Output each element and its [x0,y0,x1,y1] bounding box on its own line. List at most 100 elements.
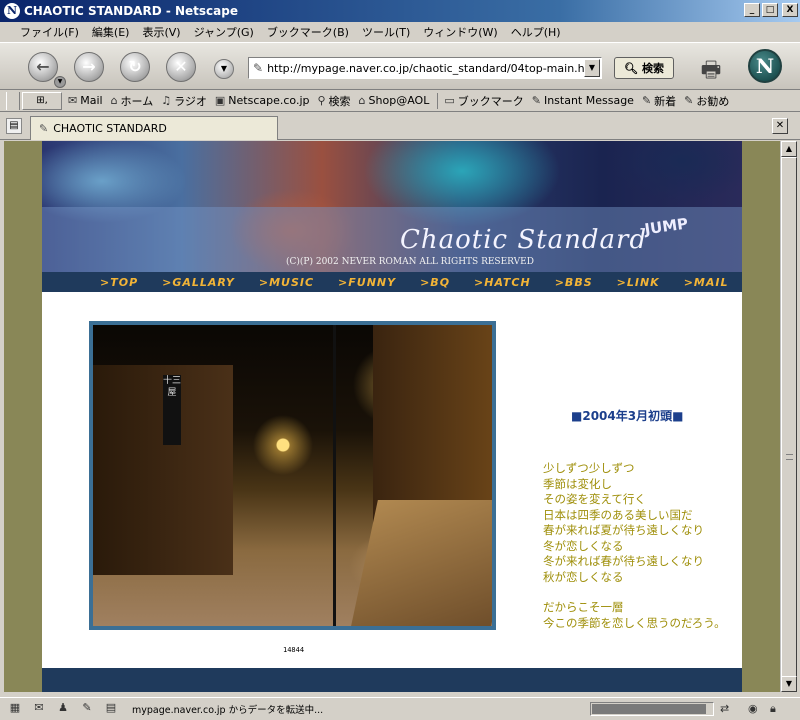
menu-view[interactable]: 表示(V) [142,24,180,40]
composer-icon[interactable]: ✎ [78,701,96,717]
stop-icon: ✕ [174,57,188,76]
back-button[interactable]: ← [28,52,58,82]
page-icon: ✎ [39,122,49,135]
online-status-icon[interactable]: ⇄ [720,702,729,715]
pt-item-home[interactable]: ⌂ ホーム [111,93,154,109]
netscape-logo-throbber[interactable]: N [748,49,782,83]
printer-icon: 🖶 [700,58,722,83]
menu-edit[interactable]: 編集(E) [92,24,130,40]
tab-list-icon[interactable]: ▤ [6,118,22,134]
menu-tools[interactable]: ツール(T) [362,24,410,40]
menu-file[interactable]: ファイル(F) [20,24,79,40]
chevron-down-icon: ▼ [220,64,228,73]
pt-item-search[interactable]: ⚲ 検索 [317,93,350,109]
security-icon[interactable]: ◉ [748,702,758,715]
window-title: CHAOTIC STANDARD - Netscape [24,4,238,18]
scroll-thumb[interactable] [781,157,797,677]
pt-item-label: Shop@AOL [368,94,430,107]
nav-link-music[interactable]: >MUSIC [259,276,314,289]
maximize-button[interactable]: □ [762,3,778,17]
close-icon: ✕ [775,120,785,131]
poem-line: 冬が恋しくなる [543,538,624,553]
url-bar[interactable]: ✎ http://mypage.naver.co.jp/chaotic_stan… [248,57,602,79]
personal-toolbar: ⊞, ✉ Mail ⌂ ホーム ♫ ラジオ ▣ Netscape.co.jp ⚲ 検索 ⌂… [0,90,800,112]
poem-line: 秋が恋しくなる [543,569,624,584]
poem-line: 季節は変化し [543,476,612,491]
aim-icon[interactable]: ♟ [54,701,72,717]
lock-icon[interactable]: 🔒︎ [770,702,776,716]
pt-item-mail[interactable]: ✉ Mail [68,94,103,107]
nav-link-link[interactable]: >LINK [617,276,660,289]
nav-link-funny[interactable]: >FUNNY [338,276,396,289]
minimize-button[interactable]: _ [744,3,760,17]
pt-item-shop[interactable]: ⌂ Shop@AOL [359,94,430,107]
new-icon: ✎ [641,94,652,107]
toolbar-grip[interactable] [6,91,20,110]
pt-item-instant-message[interactable]: ✎ Instant Message [532,94,634,107]
forward-button[interactable]: → [74,52,104,82]
magnifier-icon: 🔍︎ [624,61,638,75]
tab-chaotic-standard[interactable]: ✎ CHAOTIC STANDARD [30,116,278,140]
address-book-icon[interactable]: ▤ [102,701,120,717]
back-history-dropdown[interactable]: ▼ [54,76,66,88]
location-history-button[interactable]: ▼ [214,59,234,79]
nav-link-hatch[interactable]: >HATCH [474,276,531,289]
search-button[interactable]: 🔍︎ 検索 [614,57,674,79]
page-proxy-icon[interactable]: ✎ [253,61,263,75]
pt-item-label: Netscape.co.jp [228,94,310,107]
my-netscape-icon: ▣ [214,94,226,107]
scroll-down-button[interactable]: ▼ [781,676,797,692]
nav-link-mail[interactable]: >MAIL [684,276,729,289]
search-icon: ⚲ [317,94,326,107]
stop-button[interactable]: ✕ [166,52,196,82]
url-dropdown-button[interactable]: ▼ [584,59,600,77]
navigator-icon[interactable]: ▦ [6,701,24,717]
photo-shop-sign: 十三屋 [163,375,181,445]
close-button[interactable]: X [782,3,798,17]
scroll-up-button[interactable]: ▲ [781,141,797,157]
pt-item-recommend[interactable]: ✎ お勧め [684,93,729,109]
window-controls: _ □ X [744,3,798,17]
poem-line: 春が来れば夏が待ち遠しくなり [543,523,704,537]
site-page: Chaotic Standard JUMP (C)(P) 2002 NEVER … [42,141,742,692]
nav-link-bq[interactable]: >BQ [420,276,450,289]
bookmarks-icon: ▭ [444,94,455,107]
menu-bar: ファイル(F) 編集(E) 表示(V) ジャンプ(G) ブックマーク(B) ツー… [0,22,800,42]
mail-icon: ✉ [68,94,78,107]
nav-link-bbs[interactable]: >BBS [555,276,593,289]
menu-bookmarks[interactable]: ブックマーク(B) [267,24,349,40]
mail-icon[interactable]: ✉ [30,701,48,717]
back-arrow-icon: ← [36,57,50,76]
print-button[interactable]: 🖶 [696,53,726,83]
poem-line: 今この季節を恋しく思うのだろう。 [543,615,726,630]
photo-pole [333,325,336,626]
close-tab-button[interactable]: ✕ [772,118,788,134]
new-tab-button[interactable]: ⊞, [22,91,62,110]
menu-help[interactable]: ヘルプ(H) [511,24,561,40]
tab-strip: ▤ ✎ CHAOTIC STANDARD ✕ [0,113,800,140]
netscape-app-icon[interactable]: N [4,3,20,19]
status-bar: ▦ ✉ ♟ ✎ ▤ mypage.naver.co.jp からデータを転送中..… [0,697,800,720]
recommend-icon: ✎ [684,94,694,107]
site-banner: Chaotic Standard JUMP (C)(P) 2002 NEVER … [42,141,742,272]
tab-title: CHAOTIC STANDARD [53,122,167,135]
pt-item-bookmarks[interactable]: ▭ ブックマーク [444,93,523,109]
reload-button[interactable]: ↻ [120,52,150,82]
photo-building-right [373,325,492,525]
menu-window[interactable]: ウィンドウ(W) [423,24,497,40]
url-input[interactable]: http://mypage.naver.co.jp/chaotic_standa… [267,62,600,75]
pt-item-new[interactable]: ✎ 新着 [642,93,676,109]
home-icon: ⌂ [110,94,118,107]
site-nav: >TOP >GALLARY >MUSIC >FUNNY >BQ >HATCH >… [42,272,742,292]
poem-line: 日本は四季のある美しい国だ [543,507,693,522]
pt-item-netscape[interactable]: ▣ Netscape.co.jp [215,94,310,107]
status-text: mypage.naver.co.jp からデータを転送中... [132,705,324,716]
vertical-scrollbar[interactable]: ▲ ▼ [780,141,797,692]
pt-item-radio[interactable]: ♫ ラジオ [161,93,207,109]
nav-link-top[interactable]: >TOP [100,276,138,289]
menu-go[interactable]: ジャンプ(G) [194,24,254,40]
pt-item-label: ラジオ [174,94,207,108]
site-footer-bar [42,668,742,692]
jump-badge[interactable]: JUMP [643,214,696,260]
nav-link-gallary[interactable]: >GALLARY [162,276,235,289]
